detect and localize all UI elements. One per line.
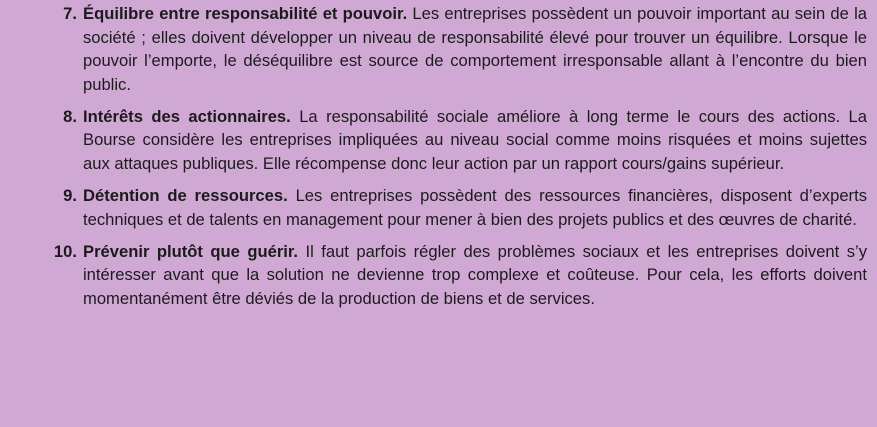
numbered-list: 7. Équilibre entre responsabilité et pou… xyxy=(0,2,877,319)
item-title: Prévenir plutôt que guérir. xyxy=(83,241,299,261)
list-item: 9. Détention de ressources. Les entrepri… xyxy=(0,184,877,231)
list-item: 10. Prévenir plutôt que guérir. Il faut … xyxy=(0,240,877,311)
item-number: 9. xyxy=(63,186,77,206)
list-item: 8. Intérêts des actionnaires. La respons… xyxy=(0,105,877,176)
item-title: Détention de ressources. xyxy=(83,186,288,206)
list-item: 7. Équilibre entre responsabilité et pou… xyxy=(0,2,877,96)
item-number: 10. xyxy=(53,241,77,261)
document-page: 7. Équilibre entre responsabilité et pou… xyxy=(0,0,877,427)
item-title: Équilibre entre responsabilité et pouvoi… xyxy=(83,4,408,23)
item-number: 7. xyxy=(63,4,77,23)
item-number: 8. xyxy=(63,106,77,126)
item-title: Intérêts des actionnaires. xyxy=(83,106,291,126)
